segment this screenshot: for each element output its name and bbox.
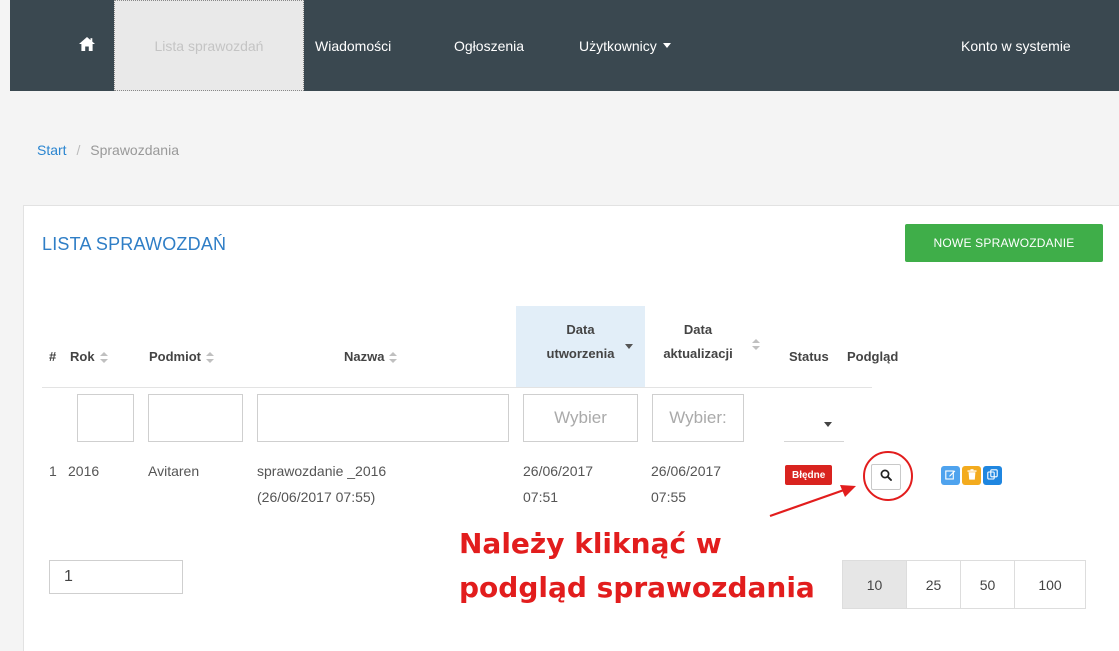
filter-data-utworzenia-input[interactable]: [523, 394, 638, 442]
reports-panel: LISTA SPRAWOZDAŃ NOWE SPRAWOZDANIE # Rok…: [23, 205, 1119, 651]
copy-button[interactable]: [983, 466, 1002, 485]
nav-lista-sprawozdan[interactable]: Lista sprawozdań: [114, 0, 304, 91]
cell-data-aktualizacji: 26/06/2017 07:55: [651, 463, 722, 505]
sort-icon: [389, 351, 398, 364]
status-badge: Błędne: [785, 465, 833, 485]
filter-status-select[interactable]: [784, 406, 844, 442]
breadcrumb-current: Sprawozdania: [90, 142, 179, 158]
page-size-50[interactable]: 50: [961, 561, 1015, 608]
annotation-line-2: podgląd sprawozdania: [459, 571, 815, 604]
nav-wiadomosci[interactable]: Wiadomości: [315, 0, 391, 91]
header-divider: [42, 387, 872, 388]
copy-icon: [987, 467, 998, 485]
col-header-nazwa[interactable]: Nazwa: [344, 349, 398, 364]
col-header-status: Status: [789, 349, 829, 364]
search-icon: [880, 468, 892, 486]
col-header-num: #: [49, 349, 57, 364]
caret-down-icon: [824, 422, 832, 427]
nav-uzytkownicy-dropdown[interactable]: Użytkownicy: [579, 0, 671, 91]
nav-ogloszenia[interactable]: Ogłoszenia: [454, 0, 524, 91]
page-size-25[interactable]: 25: [907, 561, 961, 608]
sort-desc-icon: [625, 344, 633, 349]
panel-title: LISTA SPRAWOZDAŃ: [42, 234, 227, 254]
breadcrumb-separator: /: [76, 142, 81, 158]
caret-down-icon: [662, 43, 671, 48]
home-icon: [79, 37, 95, 54]
annotation-text: Należy kliknąć w podgląd sprawozdania: [459, 522, 815, 610]
cell-num: 1: [49, 463, 57, 479]
page-size-100[interactable]: 100: [1015, 561, 1085, 608]
filter-data-aktualizacji-input[interactable]: [652, 394, 744, 442]
nav-konto-w-systemie[interactable]: Konto w systemie: [961, 0, 1071, 91]
col-header-data-utworzenia[interactable]: Data utworzenia: [516, 318, 645, 366]
cell-data-utworzenia: 26/06/2017 07:51: [523, 463, 594, 505]
breadcrumb: Start / Sprawozdania: [37, 142, 179, 158]
new-report-button[interactable]: NOWE SPRAWOZDANIE: [905, 224, 1103, 262]
cell-podmiot: Avitaren: [148, 463, 200, 479]
edit-icon: [945, 467, 956, 485]
cell-rok: 2016: [68, 463, 100, 479]
delete-button[interactable]: [962, 466, 981, 485]
col-header-data-aktualizacji[interactable]: Data aktualizacji: [648, 318, 748, 366]
preview-button[interactable]: [871, 464, 901, 490]
breadcrumb-start-link[interactable]: Start: [37, 142, 67, 158]
page-size-pagination: 10 25 50 100: [842, 560, 1086, 609]
sort-icon: [752, 339, 760, 351]
cell-nazwa: sprawozdanie _2016 (26/06/2017 07:55): [257, 463, 387, 505]
page-number-input[interactable]: [49, 560, 183, 594]
filter-podmiot-input[interactable]: [148, 394, 243, 442]
top-navbar: Lista sprawozdań Wiadomości Ogłoszenia U…: [10, 0, 1119, 91]
filter-rok-input[interactable]: [77, 394, 134, 442]
annotation-line-1: Należy kliknąć w: [459, 527, 722, 560]
sort-icon: [99, 351, 108, 364]
nav-home-link[interactable]: [64, 0, 110, 91]
sort-icon: [206, 351, 214, 364]
col-header-podglad: Podgląd: [847, 349, 899, 364]
page-size-10[interactable]: 10: [843, 561, 907, 608]
filter-nazwa-input[interactable]: [257, 394, 509, 442]
col-header-rok[interactable]: Rok: [70, 349, 108, 364]
delete-icon: [967, 467, 977, 485]
col-header-podmiot[interactable]: Podmiot: [149, 349, 214, 364]
edit-button[interactable]: [941, 466, 960, 485]
